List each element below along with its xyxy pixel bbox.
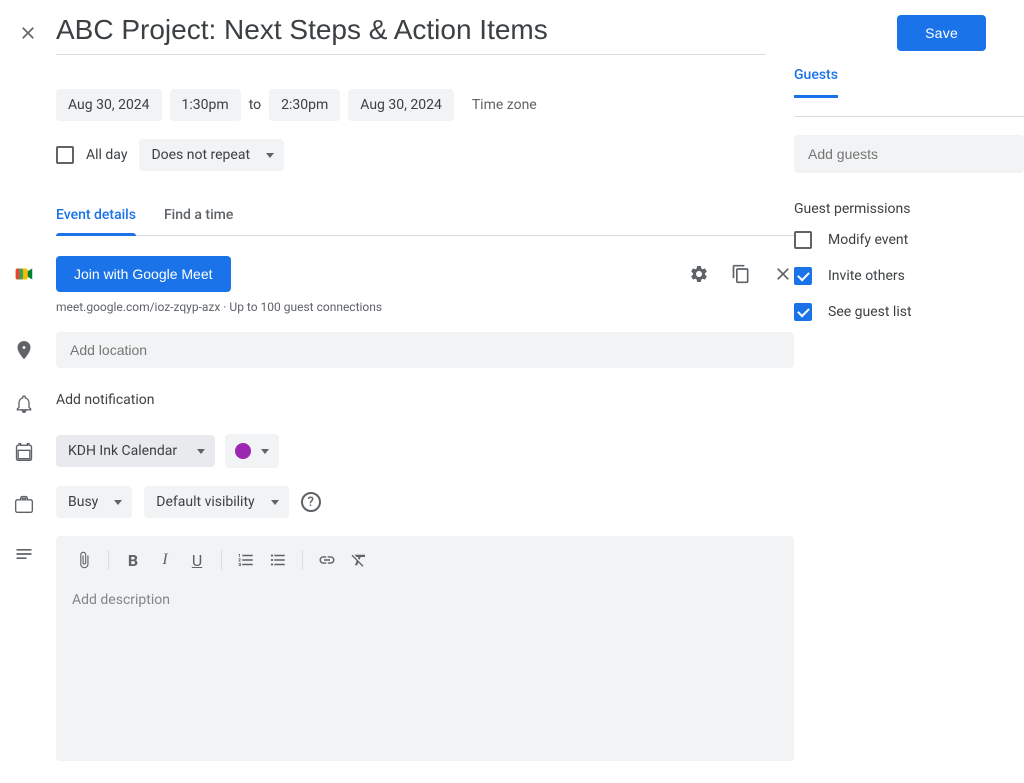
briefcase-icon	[12, 492, 36, 516]
save-button[interactable]: Save	[897, 15, 986, 51]
guest-permissions-title: Guest permissions	[794, 201, 1024, 217]
meet-link-text: meet.google.com/ioz-zqyp-azx · Up to 100…	[56, 300, 794, 314]
repeat-label: Does not repeat	[151, 147, 250, 163]
close-icon	[773, 264, 793, 284]
guests-input[interactable]	[794, 135, 1024, 173]
remove-meet-button[interactable]	[772, 263, 794, 285]
calendar-name: KDH Ink Calendar	[68, 443, 177, 459]
link-icon	[318, 551, 336, 569]
copy-meet-button[interactable]	[730, 263, 752, 285]
chevron-down-icon	[114, 500, 122, 505]
busy-label: Busy	[68, 494, 98, 510]
calendar-icon	[12, 440, 36, 464]
italic-button[interactable]: I	[149, 544, 181, 576]
close-icon	[18, 23, 38, 43]
end-time-chip[interactable]: 2:30pm	[269, 89, 340, 121]
see-guest-list-label: See guest list	[828, 304, 912, 320]
repeat-dropdown[interactable]: Does not repeat	[139, 139, 284, 171]
join-meet-button[interactable]: Join with Google Meet	[56, 256, 231, 292]
question-icon: ?	[308, 495, 314, 510]
visibility-label: Default visibility	[156, 494, 254, 510]
invite-others-checkbox[interactable]	[794, 267, 812, 285]
numbered-list-icon	[237, 551, 255, 569]
timezone-link[interactable]: Time zone	[472, 97, 537, 113]
modify-event-checkbox[interactable]	[794, 231, 812, 249]
start-date-chip[interactable]: Aug 30, 2024	[56, 89, 162, 121]
clear-format-icon	[350, 551, 368, 569]
invite-others-label: Invite others	[828, 268, 905, 284]
color-dot	[235, 443, 251, 459]
bold-button[interactable]: B	[117, 544, 149, 576]
description-icon	[12, 542, 36, 566]
copy-icon	[731, 264, 751, 284]
tab-event-details[interactable]: Event details	[56, 199, 136, 235]
to-label: to	[249, 97, 261, 113]
description-placeholder: Add description	[56, 584, 794, 616]
location-icon	[12, 338, 36, 362]
attachment-icon	[75, 551, 93, 569]
gear-icon	[689, 264, 709, 284]
add-notification-link[interactable]: Add notification	[56, 386, 794, 414]
clear-formatting-button[interactable]	[343, 544, 375, 576]
help-button[interactable]: ?	[301, 492, 321, 512]
location-input[interactable]	[56, 332, 794, 368]
description-box[interactable]: B I U	[56, 536, 794, 761]
modify-event-label: Modify event	[828, 232, 908, 248]
allday-checkbox[interactable]	[56, 146, 74, 164]
chevron-down-icon	[271, 500, 279, 505]
tab-guests[interactable]: Guests	[794, 59, 838, 98]
numbered-list-button[interactable]	[230, 544, 262, 576]
end-date-chip[interactable]: Aug 30, 2024	[348, 89, 454, 121]
start-time-chip[interactable]: 1:30pm	[170, 89, 241, 121]
attachment-button[interactable]	[68, 544, 100, 576]
close-button[interactable]	[16, 21, 40, 45]
chevron-down-icon	[197, 449, 205, 454]
visibility-dropdown[interactable]: Default visibility	[144, 486, 288, 518]
meet-settings-button[interactable]	[688, 263, 710, 285]
notification-icon	[12, 392, 36, 416]
event-title-input[interactable]	[56, 10, 766, 55]
color-dropdown[interactable]	[225, 434, 279, 468]
bulleted-list-icon	[269, 551, 287, 569]
video-meet-icon	[12, 262, 36, 286]
chevron-down-icon	[266, 153, 274, 158]
allday-label: All day	[86, 147, 127, 163]
calendar-dropdown[interactable]: KDH Ink Calendar	[56, 435, 215, 467]
chevron-down-icon	[261, 449, 269, 454]
bulleted-list-button[interactable]	[262, 544, 294, 576]
underline-button[interactable]: U	[181, 544, 213, 576]
see-guest-list-checkbox[interactable]	[794, 303, 812, 321]
tab-find-a-time[interactable]: Find a time	[164, 199, 233, 235]
link-button[interactable]	[311, 544, 343, 576]
busy-dropdown[interactable]: Busy	[56, 486, 132, 518]
